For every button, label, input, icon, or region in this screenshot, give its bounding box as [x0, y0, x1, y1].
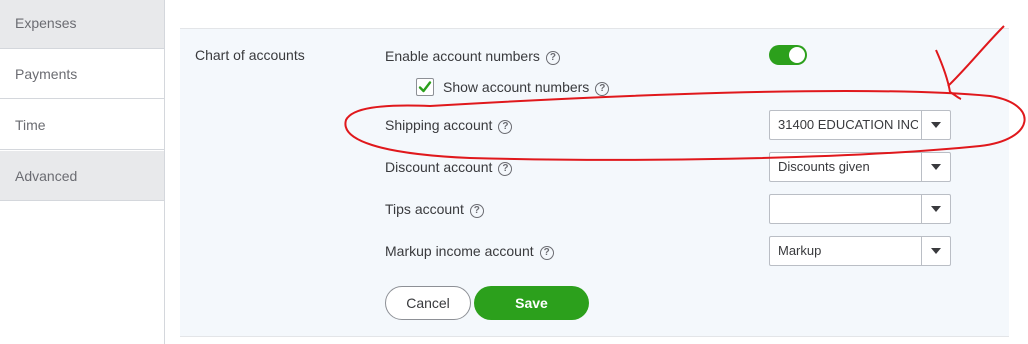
- tips-account-label: Tips account: [385, 201, 464, 217]
- sidebar-item-label: Advanced: [15, 168, 78, 184]
- sidebar-item-advanced[interactable]: Advanced: [0, 151, 164, 201]
- sidebar-item-payments[interactable]: Payments: [0, 49, 164, 99]
- discount-account-label: Discount account: [385, 159, 493, 175]
- shipping-account-value: 31400 EDUCATION INC: [778, 117, 918, 132]
- sidebar-item-label: Payments: [15, 66, 78, 82]
- section-title: Chart of accounts: [195, 47, 305, 63]
- sidebar-item-expenses[interactable]: Expenses: [0, 0, 164, 49]
- toggle-knob: [789, 47, 805, 63]
- cancel-button[interactable]: Cancel: [385, 286, 471, 320]
- help-icon[interactable]: ?: [545, 51, 560, 65]
- markup-income-account-label: Markup income account: [385, 243, 534, 259]
- show-account-numbers-row: Show account numbers?: [443, 79, 610, 96]
- chevron-down-icon: [931, 206, 941, 212]
- save-button[interactable]: Save: [474, 286, 589, 320]
- dropdown-button[interactable]: [921, 111, 950, 139]
- markup-income-account-row: Markup income account?: [385, 243, 554, 260]
- settings-sidebar: Expenses Payments Time Advanced: [0, 0, 165, 344]
- markup-income-account-value: Markup: [778, 243, 822, 258]
- show-account-numbers-label: Show account numbers: [443, 79, 590, 95]
- dropdown-button[interactable]: [921, 195, 950, 223]
- help-icon[interactable]: ?: [498, 120, 513, 134]
- markup-income-account-select[interactable]: Markup: [769, 236, 951, 266]
- chevron-down-icon: [931, 164, 941, 170]
- enable-account-numbers-row: Enable account numbers?: [385, 48, 560, 65]
- discount-account-select[interactable]: Discounts given: [769, 152, 951, 182]
- dropdown-button[interactable]: [921, 153, 950, 181]
- chevron-down-icon: [931, 248, 941, 254]
- tips-account-select[interactable]: [769, 194, 951, 224]
- discount-account-row: Discount account?: [385, 159, 513, 176]
- show-account-numbers-checkbox[interactable]: [416, 78, 434, 96]
- shipping-account-row: Shipping account?: [385, 117, 513, 134]
- dropdown-button[interactable]: [921, 237, 950, 265]
- help-icon[interactable]: ?: [539, 246, 554, 260]
- chevron-down-icon: [931, 122, 941, 128]
- tips-account-row: Tips account?: [385, 201, 484, 218]
- discount-account-value: Discounts given: [778, 159, 870, 174]
- shipping-account-select[interactable]: 31400 EDUCATION INC: [769, 110, 951, 140]
- shipping-account-label: Shipping account: [385, 117, 493, 133]
- help-icon[interactable]: ?: [595, 82, 610, 96]
- sidebar-item-label: Expenses: [15, 15, 77, 31]
- chart-of-accounts-panel: Chart of accounts Enable account numbers…: [180, 28, 1009, 337]
- enable-account-numbers-toggle[interactable]: [769, 45, 807, 65]
- enable-account-numbers-label: Enable account numbers: [385, 48, 540, 64]
- help-icon[interactable]: ?: [469, 204, 484, 218]
- sidebar-item-time[interactable]: Time: [0, 100, 164, 150]
- help-icon[interactable]: ?: [498, 162, 513, 176]
- checkmark-icon: [418, 81, 432, 93]
- sidebar-item-label: Time: [15, 117, 46, 133]
